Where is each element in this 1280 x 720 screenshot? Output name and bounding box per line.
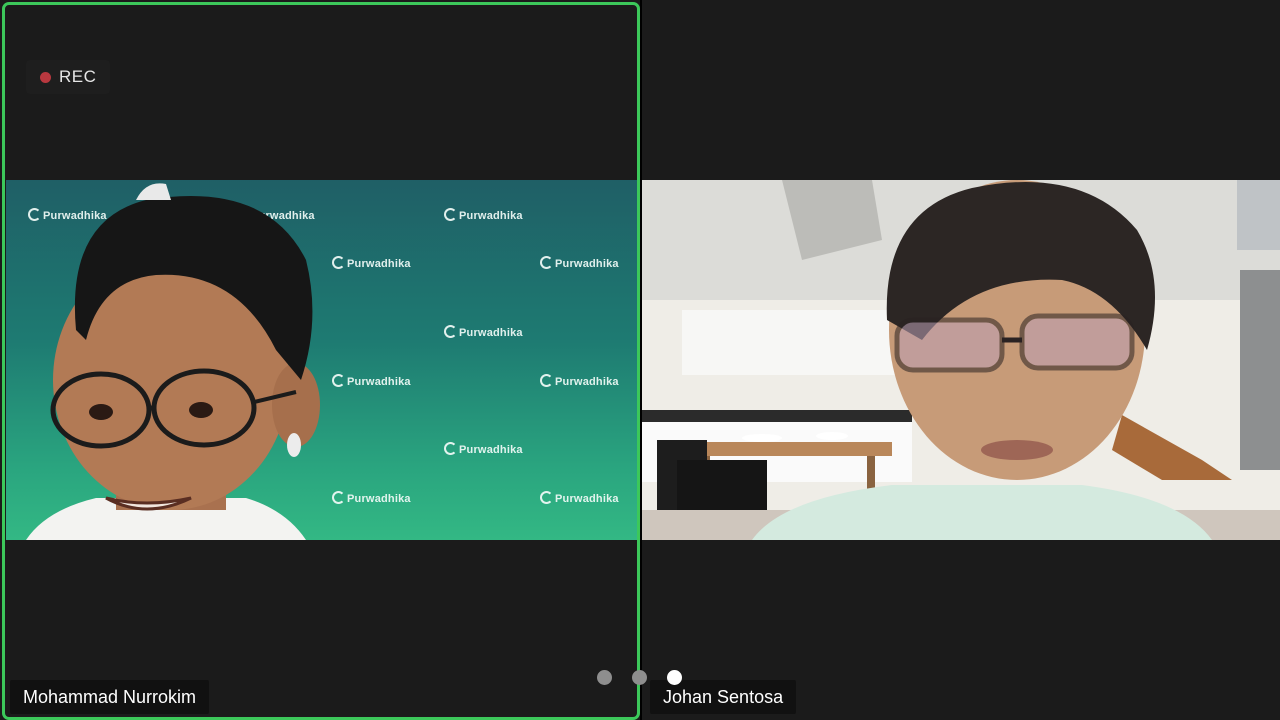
participant-video-1: Purwadhika Purwadhika Purwadhika Purwadh… <box>6 180 637 540</box>
recording-indicator: REC <box>26 60 111 94</box>
participant-name-tag: Mohammad Nurrokim <box>10 680 210 714</box>
participant-video-2 <box>642 180 1280 540</box>
recording-label: REC <box>59 67 97 86</box>
page-dot[interactable] <box>597 670 612 685</box>
record-dot-icon <box>40 71 51 83</box>
page-dot[interactable] <box>632 670 647 685</box>
participant-2-figure <box>642 180 1280 540</box>
participant-tile-2[interactable]: Johan Sentosa <box>642 0 1280 720</box>
participant-tile-1[interactable]: REC Purwadhika Purwadhika Purwadhika Pur… <box>0 0 640 720</box>
participant-1-figure <box>26 183 320 540</box>
page-indicator <box>597 670 682 685</box>
participant-name-tag: Johan Sentosa <box>650 680 797 714</box>
page-dot-active[interactable] <box>667 670 682 685</box>
